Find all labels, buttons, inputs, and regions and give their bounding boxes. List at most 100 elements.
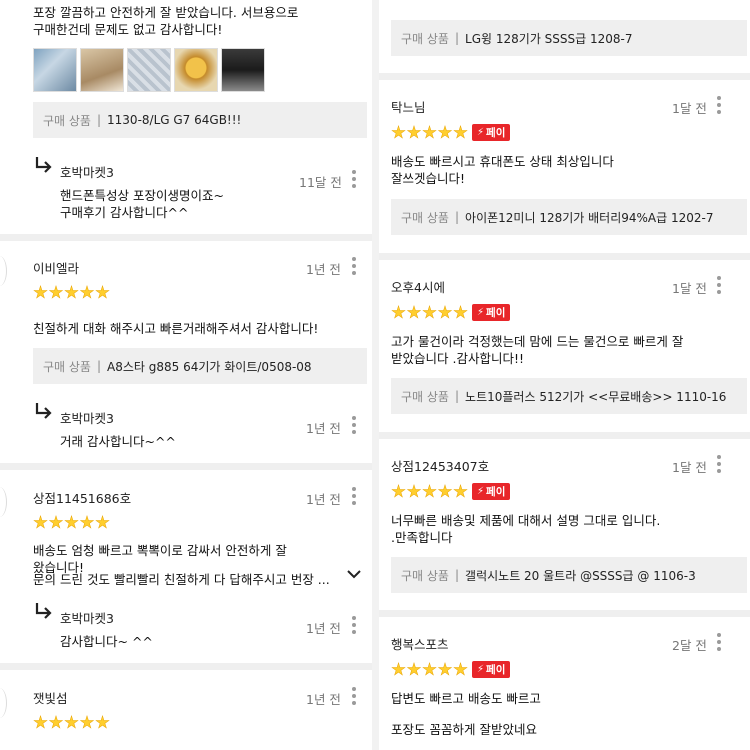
review-text: 잘쓰겟습니다! bbox=[391, 171, 466, 186]
star-icon bbox=[422, 305, 437, 320]
star-icon bbox=[438, 305, 453, 320]
reviewer-name[interactable]: 상점11451686호 bbox=[33, 488, 131, 507]
star-icon bbox=[391, 305, 406, 320]
star-icon bbox=[453, 662, 468, 677]
star-icon bbox=[49, 285, 64, 300]
divider bbox=[379, 610, 750, 617]
avatar[interactable] bbox=[0, 487, 7, 517]
star-icon bbox=[438, 125, 453, 140]
product-label: 구매 상품 bbox=[401, 31, 449, 46]
star-icon bbox=[422, 125, 437, 140]
reviewer-name[interactable]: 오후4시에 bbox=[391, 277, 445, 296]
reply-time: 11달 전 bbox=[299, 175, 342, 190]
review-photo[interactable] bbox=[221, 48, 265, 92]
review-text: 포장 깔끔하고 안전하게 잘 받았습니다. 서브용으로 bbox=[33, 5, 299, 20]
review-time: 1년 전 bbox=[306, 262, 341, 277]
reviewer-name[interactable]: 잿빛섬 bbox=[33, 688, 68, 707]
review-photo[interactable] bbox=[80, 48, 124, 92]
review-time: 1달 전 bbox=[672, 281, 707, 296]
review-text: 친절하게 대화 해주시고 빠른거래해주셔서 감사합니다! bbox=[33, 321, 319, 336]
divider bbox=[0, 463, 372, 470]
product-label: 구매 상품 bbox=[401, 210, 449, 225]
star-icon bbox=[33, 515, 48, 530]
star-icon bbox=[33, 285, 48, 300]
star-icon bbox=[95, 285, 110, 300]
product-label: 구매 상품 bbox=[401, 389, 449, 404]
column-divider bbox=[372, 0, 379, 750]
more-vertical-icon[interactable] bbox=[351, 616, 357, 634]
review-text: 구매한건데 문제도 없고 감사합니다! bbox=[33, 22, 223, 37]
right-review-column: 구매 상품 | LG윙 128기가 SSSS급 1208-7 탁느님 1달 전 ⚡ 페… bbox=[379, 0, 750, 750]
review-photo[interactable] bbox=[174, 48, 218, 92]
review-text: 배송도 엄청 빠르고 뽁뽁이로 감싸서 안전하게 잘 bbox=[33, 543, 287, 558]
avatar[interactable] bbox=[0, 256, 7, 286]
product-label: 구매 상품 bbox=[401, 568, 449, 583]
review-photo[interactable] bbox=[127, 48, 171, 92]
divider bbox=[379, 253, 750, 260]
star-rating bbox=[391, 125, 469, 140]
star-icon bbox=[80, 515, 95, 530]
pay-badge: ⚡ 페이 bbox=[472, 124, 511, 141]
divider bbox=[379, 73, 750, 80]
star-icon bbox=[453, 484, 468, 499]
review-text: 너무빠른 배송및 제품에 대해서 설명 그대로 입니다. bbox=[391, 513, 661, 528]
reply-text: 핸드폰특성상 포장이생명이죠~ bbox=[60, 188, 224, 203]
more-vertical-icon[interactable] bbox=[716, 276, 722, 294]
avatar[interactable] bbox=[0, 688, 7, 718]
more-vertical-icon[interactable] bbox=[351, 170, 357, 188]
review-time: 1년 전 bbox=[306, 692, 341, 707]
review-text: 고가 물건이라 걱정했는데 맘에 드는 물건으로 빠르게 잘 bbox=[391, 334, 684, 349]
more-vertical-icon[interactable] bbox=[351, 416, 357, 434]
star-icon bbox=[422, 484, 437, 499]
product-name: LG윙 128기가 SSSS급 1208-7 bbox=[465, 31, 633, 46]
reply-time: 1년 전 bbox=[306, 621, 341, 636]
reviewer-name[interactable]: 행복스포츠 bbox=[391, 634, 449, 653]
reviewer-name[interactable]: 탁느님 bbox=[391, 97, 426, 116]
reply-arrow-icon bbox=[35, 403, 52, 419]
reviewer-name[interactable]: 상점12453407호 bbox=[391, 456, 489, 475]
more-vertical-icon[interactable] bbox=[351, 257, 357, 275]
chevron-down-icon[interactable] bbox=[347, 569, 361, 579]
reviewer-name[interactable]: 이비엘라 bbox=[33, 258, 79, 277]
star-icon bbox=[95, 515, 110, 530]
product-name: 갤럭시노트 20 울트라 @SSSS급 @ 1106-3 bbox=[465, 568, 696, 583]
pay-badge: ⚡ 페이 bbox=[472, 661, 511, 678]
reply-text: 감사합니다~ ^^ bbox=[60, 634, 153, 649]
star-icon bbox=[407, 305, 422, 320]
purchased-product[interactable]: 구매 상품 | LG윙 128기가 SSSS급 1208-7 bbox=[391, 20, 747, 56]
star-icon bbox=[407, 125, 422, 140]
purchased-product[interactable]: 구매 상품 | A8스타 g885 64기가 화이트/0508-08 bbox=[33, 348, 367, 384]
purchased-product[interactable]: 구매 상품 | 아이폰12미니 128기가 배터리94%A급 1202-7 bbox=[391, 199, 747, 235]
star-rating bbox=[33, 515, 111, 530]
product-name: 1130-8/LG G7 64GB!!! bbox=[107, 113, 242, 127]
review-photo[interactable] bbox=[33, 48, 77, 92]
star-icon bbox=[391, 662, 406, 677]
reply-text: 구매후기 감사합니다^^ bbox=[60, 205, 189, 220]
star-icon bbox=[453, 305, 468, 320]
seller-name[interactable]: 호박마켓3 bbox=[60, 162, 114, 181]
more-vertical-icon[interactable] bbox=[716, 633, 722, 651]
reply-text: 거래 감사합니다~^^ bbox=[60, 434, 176, 449]
lightning-icon: ⚡ bbox=[477, 664, 485, 675]
review-text: 문의 드린 것도 빨리빨리 친절하게 다 답해주시고 번장 ... bbox=[33, 572, 330, 587]
product-name: 노트10플러스 512기가 <<무료배송>> 1110-16 bbox=[465, 389, 727, 404]
more-vertical-icon[interactable] bbox=[351, 487, 357, 505]
purchased-product[interactable]: 구매 상품 | 1130-8/LG G7 64GB!!! bbox=[33, 102, 367, 138]
star-icon bbox=[33, 715, 48, 730]
divider bbox=[0, 234, 372, 241]
seller-name[interactable]: 호박마켓3 bbox=[60, 608, 114, 627]
more-vertical-icon[interactable] bbox=[716, 455, 722, 473]
star-icon bbox=[64, 515, 79, 530]
divider bbox=[379, 432, 750, 439]
more-vertical-icon[interactable] bbox=[716, 96, 722, 114]
purchased-product[interactable]: 구매 상품 | 노트10플러스 512기가 <<무료배송>> 1110-16 bbox=[391, 378, 747, 414]
star-icon bbox=[49, 715, 64, 730]
star-icon bbox=[64, 715, 79, 730]
purchased-product[interactable]: 구매 상품 | 갤럭시노트 20 울트라 @SSSS급 @ 1106-3 bbox=[391, 557, 747, 593]
star-icon bbox=[80, 285, 95, 300]
star-rating bbox=[33, 285, 111, 300]
divider bbox=[0, 663, 372, 670]
more-vertical-icon[interactable] bbox=[351, 687, 357, 705]
seller-name[interactable]: 호박마켓3 bbox=[60, 408, 114, 427]
star-icon bbox=[391, 125, 406, 140]
